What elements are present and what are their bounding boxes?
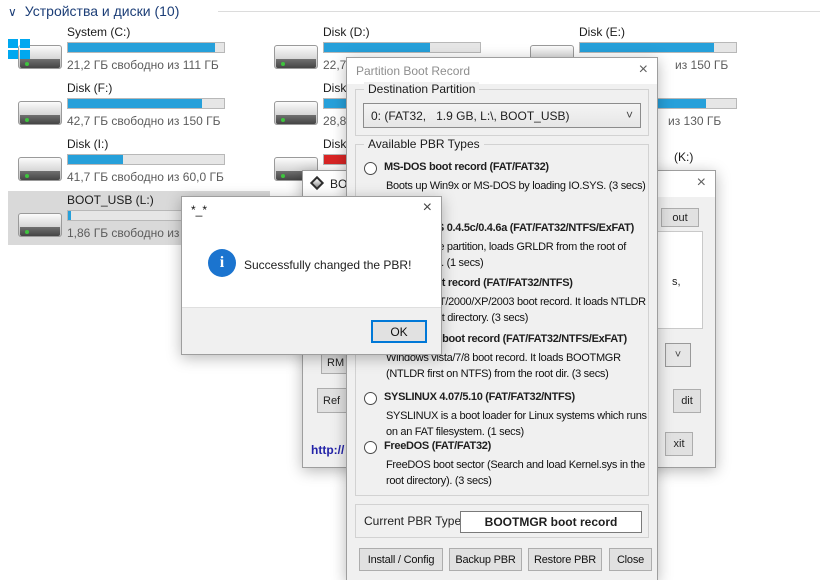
- list-panel: s,: [657, 231, 703, 329]
- group-divider: [218, 11, 820, 12]
- capacity-bar: [67, 154, 225, 165]
- destination-partition-select[interactable]: 0: (FAT32, 1.9 GB, L:\, BOOT_USB) ˅: [363, 103, 641, 128]
- close-icon[interactable]: ×: [697, 174, 706, 192]
- chevron-down-icon[interactable]: ∨: [8, 5, 17, 19]
- exit-button[interactable]: xit: [665, 432, 693, 456]
- close-icon[interactable]: ×: [423, 199, 432, 217]
- drive-tile-f[interactable]: Disk (F:) 42,7 ГБ свободно из 150 ГБ: [8, 79, 264, 133]
- group-label: Available PBR Types: [364, 137, 484, 151]
- restore-pbr-button[interactable]: Restore PBR: [528, 548, 602, 571]
- option-desc: SYSLINUX is a boot loader for Linux syst…: [386, 410, 647, 422]
- bootice-title: BO: [330, 177, 347, 191]
- option-desc: Boots up Win9x or MS-DOS by loading IO.S…: [386, 180, 646, 192]
- about-button[interactable]: out: [661, 208, 699, 227]
- close-icon[interactable]: ×: [639, 61, 648, 79]
- option-desc: (NTLDR first on NTFS) from the root dir.…: [386, 368, 608, 380]
- drive-title: Disk (D:): [323, 25, 370, 39]
- group-label: Destination Partition: [364, 82, 479, 96]
- devices-group-header[interactable]: ∨ Устройства и диски (10): [8, 3, 179, 19]
- drive-tile-c[interactable]: System (C:) 21,2 ГБ свободно из 111 ГБ: [8, 23, 264, 77]
- group-header-label: Устройства и диски (10): [25, 3, 180, 19]
- message-box: *_* × i Successfully changed the PBR! OK: [181, 196, 442, 355]
- edit-button[interactable]: dit: [673, 389, 701, 413]
- drive-caption: 42,7 ГБ свободно из 150 ГБ: [67, 114, 221, 128]
- drive-title: (K:): [674, 150, 693, 164]
- pbr-title: Partition Boot Record: [356, 64, 470, 78]
- drive-title: Disk (F:): [67, 81, 112, 95]
- radio-icon[interactable]: [364, 392, 377, 405]
- website-link[interactable]: http://: [311, 443, 344, 457]
- pbr-option-syslinux[interactable]: SYSLINUX 4.07/5.10 (FAT/FAT32/NTFS) SYSL…: [362, 389, 648, 445]
- option-desc: FreeDOS boot sector (Search and load Ker…: [386, 459, 645, 471]
- current-pbr-value: BOOTMGR boot record: [460, 511, 642, 533]
- pbr-titlebar: Partition Boot Record ×: [347, 58, 657, 84]
- message-text: Successfully changed the PBR!: [244, 258, 411, 272]
- drive-icon: [274, 45, 318, 69]
- drive-caption: 28,8: [323, 114, 346, 128]
- drive-title: Disk: [323, 81, 346, 95]
- option-desc: root directory). (3 secs): [386, 475, 492, 487]
- combo-value: 0: (FAT32, 1.9 GB, L:\, BOOT_USB): [371, 109, 570, 123]
- message-box-footer: OK: [182, 307, 441, 354]
- bootice-icon: [310, 176, 324, 190]
- combo-dropdown-icon[interactable]: ˅: [665, 343, 691, 367]
- capacity-bar: [323, 42, 481, 53]
- drive-icon: [18, 101, 62, 125]
- message-box-titlebar: *_* ×: [182, 197, 441, 223]
- option-desc: on an FAT filesystem. (1 secs): [386, 426, 524, 438]
- drive-caption: из 150 ГБ: [675, 58, 728, 72]
- info-icon: i: [208, 249, 236, 277]
- destination-partition-group: Destination Partition 0: (FAT32, 1.9 GB,…: [355, 89, 649, 136]
- ok-button[interactable]: OK: [371, 320, 427, 343]
- drive-tile-i[interactable]: Disk (I:) 41,7 ГБ свободно из 60,0 ГБ: [8, 135, 264, 189]
- current-pbr-group: Current PBR Type: BOOTMGR boot record: [355, 504, 649, 538]
- drive-title: Disk (I:): [67, 137, 108, 151]
- message-box-title: *_*: [191, 203, 207, 217]
- drive-title: System (C:): [67, 25, 130, 39]
- capacity-bar: [67, 42, 225, 53]
- current-pbr-label: Current PBR Type:: [364, 514, 465, 528]
- drive-caption: 22,7: [323, 58, 346, 72]
- windows-logo-icon: [8, 39, 30, 59]
- drive-caption: 1,86 ГБ свободно из: [67, 226, 179, 240]
- backup-pbr-button[interactable]: Backup PBR: [449, 548, 522, 571]
- drive-caption: 41,7 ГБ свободно из 60,0 ГБ: [67, 170, 224, 184]
- radio-icon[interactable]: [364, 162, 377, 175]
- drive-caption: из 130 ГБ: [668, 114, 721, 128]
- drive-title: Disk: [323, 137, 346, 151]
- drive-icon: [18, 213, 62, 237]
- close-button[interactable]: Close: [609, 548, 652, 571]
- drive-title: BOOT_USB (L:): [67, 193, 154, 207]
- drive-title: Disk (E:): [579, 25, 625, 39]
- desktop: ∨ Устройства и диски (10) System (C:) 21,…: [0, 0, 823, 580]
- chevron-down-icon: ˅: [626, 108, 633, 122]
- drive-caption: 21,2 ГБ свободно из 111 ГБ: [67, 58, 219, 72]
- drive-icon: [18, 157, 62, 181]
- capacity-bar: [67, 98, 225, 109]
- install-config-button[interactable]: Install / Config: [359, 548, 443, 571]
- pbr-option-freedos[interactable]: FreeDOS (FAT/FAT32) FreeDOS boot sector …: [362, 438, 648, 494]
- radio-icon[interactable]: [364, 441, 377, 454]
- drive-icon: [274, 101, 318, 125]
- capacity-bar: [579, 42, 737, 53]
